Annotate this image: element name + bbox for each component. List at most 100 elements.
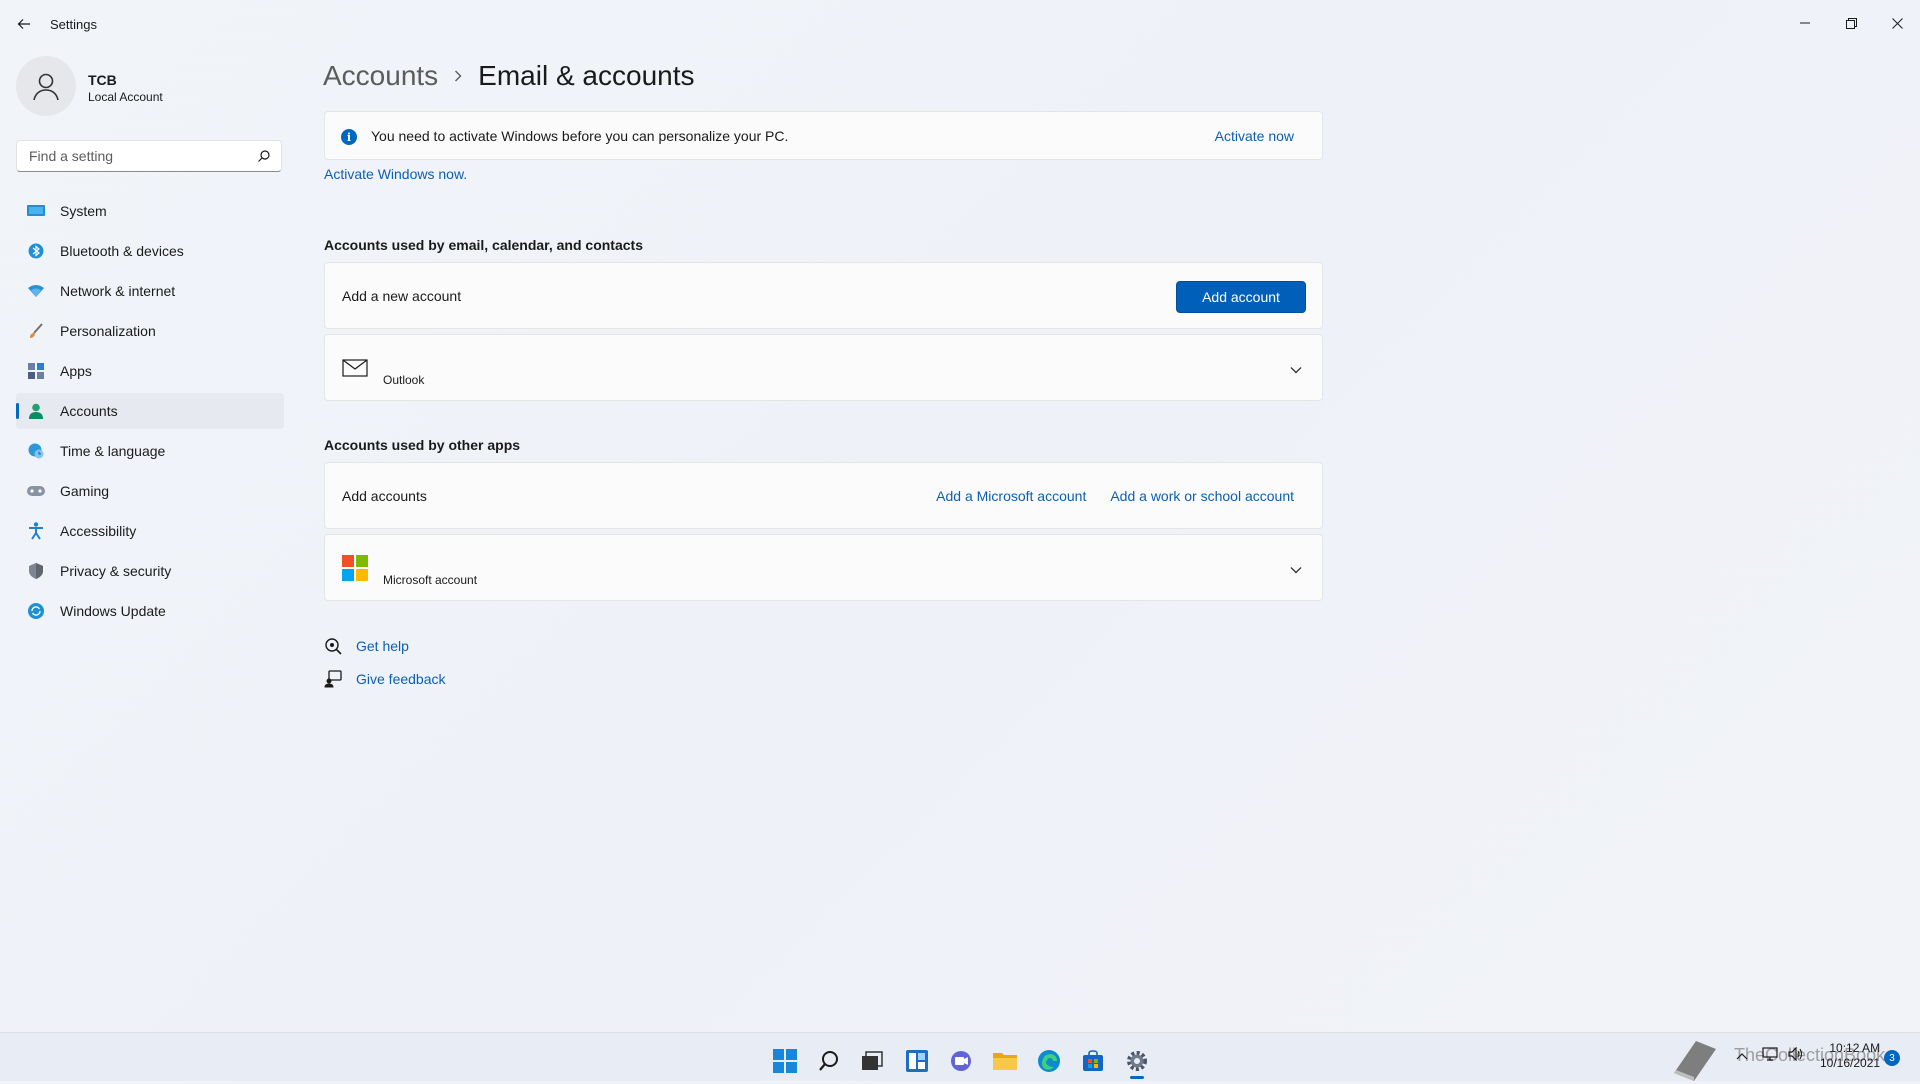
microsoft-logo-icon (342, 555, 368, 581)
sidebar-item-label: Privacy & security (60, 563, 172, 579)
outlook-account-row[interactable]: Outlook (324, 334, 1323, 401)
file-explorer-button[interactable] (985, 1041, 1025, 1081)
back-button[interactable] (14, 14, 34, 34)
back-arrow-icon (17, 19, 30, 29)
chevron-down-icon[interactable] (1290, 361, 1302, 379)
section-title-email: Accounts used by email, calendar, and co… (324, 237, 643, 253)
windows-logo-icon (773, 1049, 797, 1073)
edge-browser-button[interactable] (1029, 1041, 1069, 1081)
teams-chat-icon (951, 1051, 971, 1071)
info-icon: i (341, 129, 357, 145)
get-help-label[interactable]: Get help (356, 638, 409, 654)
activate-now-link[interactable]: Activate now (1215, 128, 1294, 144)
minimize-button[interactable] (1782, 8, 1828, 38)
chat-button[interactable] (941, 1041, 981, 1081)
store-icon (1083, 1050, 1103, 1071)
sidebar-item-bluetooth[interactable]: Bluetooth & devices (16, 233, 284, 269)
globe-clock-icon (26, 441, 46, 461)
sidebar-item-time-language[interactable]: Time & language (16, 433, 284, 469)
breadcrumb: Accounts Email & accounts (323, 56, 695, 96)
restore-button[interactable] (1828, 8, 1874, 38)
add-microsoft-account-link[interactable]: Add a Microsoft account (936, 488, 1086, 504)
sidebar-item-system[interactable]: System (16, 193, 284, 229)
start-button[interactable] (765, 1041, 805, 1081)
profile-name: TCB (88, 72, 117, 88)
search-box[interactable] (16, 140, 282, 172)
add-accounts-row: Add accounts Add a Microsoft account Add… (324, 462, 1323, 529)
book-icon (1668, 1037, 1720, 1084)
edge-icon (1038, 1050, 1060, 1072)
sidebar-item-label: Gaming (60, 483, 110, 499)
settings-app-button[interactable] (1117, 1041, 1157, 1081)
give-feedback-link[interactable]: Give feedback (324, 670, 446, 688)
sidebar-item-label: Apps (60, 363, 92, 379)
close-button[interactable] (1874, 8, 1920, 38)
taskbar-clock[interactable]: 10:12 AM 10/16/2021 (1820, 1041, 1880, 1071)
system-icon (26, 201, 46, 221)
page-title: Email & accounts (478, 60, 695, 91)
mail-icon (342, 355, 368, 381)
chevron-right-icon (454, 70, 462, 82)
sidebar-item-label: Network & internet (60, 283, 176, 299)
user-profile[interactable]: TCB Local Account (16, 56, 286, 118)
taskbar-search-button[interactable] (809, 1041, 849, 1081)
sidebar-item-gaming[interactable]: Gaming (16, 473, 284, 509)
clock-date: 10/16/2021 (1820, 1056, 1881, 1070)
add-new-account-label: Add a new account (342, 288, 462, 304)
wifi-icon (26, 281, 46, 301)
search-icon[interactable] (257, 149, 271, 168)
sidebar-item-label: Time & language (60, 443, 166, 459)
notification-badge[interactable]: 3 (1884, 1050, 1900, 1066)
breadcrumb-parent[interactable]: Accounts (323, 60, 438, 92)
close-icon (1891, 17, 1903, 29)
add-new-account-row: Add a new account Add account (324, 262, 1323, 329)
chevron-down-icon[interactable] (1290, 561, 1302, 579)
folder-icon (993, 1053, 1017, 1070)
sidebar-item-apps[interactable]: Apps (16, 353, 284, 389)
gamepad-icon (26, 481, 46, 501)
person-icon (26, 401, 46, 421)
store-button[interactable] (1073, 1041, 1113, 1081)
search-input[interactable] (27, 147, 251, 165)
activate-windows-link[interactable]: Activate Windows now. (324, 166, 467, 182)
sidebar-item-accessibility[interactable]: Accessibility (16, 513, 284, 549)
sidebar-item-network[interactable]: Network & internet (16, 273, 284, 309)
help-icon (324, 637, 342, 655)
outlook-account-name: Outlook (383, 373, 425, 387)
microsoft-account-name: Microsoft account (383, 573, 478, 587)
feedback-icon (324, 670, 342, 688)
task-view-icon (862, 1051, 883, 1070)
section-title-other-apps: Accounts used by other apps (324, 437, 521, 453)
update-icon (26, 601, 46, 621)
accessibility-icon (26, 521, 46, 541)
sidebar-item-privacy[interactable]: Privacy & security (16, 553, 284, 589)
tray-overflow-chevron-icon[interactable] (1736, 1049, 1748, 1063)
app-title: Settings (50, 17, 97, 32)
give-feedback-label[interactable]: Give feedback (356, 671, 446, 687)
sidebar-item-personalization[interactable]: Personalization (16, 313, 284, 349)
bluetooth-icon (26, 241, 46, 261)
microsoft-account-row[interactable]: Microsoft account (324, 534, 1323, 601)
minimize-icon (1800, 22, 1810, 24)
title-bar: Settings (0, 0, 1920, 48)
volume-icon[interactable] (1788, 1046, 1804, 1064)
taskbar: TheCollectionBook 10:12 AM 10/16/2021 3 (0, 1032, 1920, 1081)
add-work-school-account-link[interactable]: Add a work or school account (1110, 488, 1294, 504)
sidebar-item-label: Accessibility (60, 523, 137, 539)
sidebar-item-accounts[interactable]: Accounts (16, 393, 284, 429)
gear-icon (1127, 1051, 1147, 1071)
person-avatar-icon (33, 73, 59, 101)
get-help-link[interactable]: Get help (324, 637, 409, 655)
widgets-button[interactable] (897, 1041, 937, 1081)
search-icon (819, 1051, 838, 1071)
clock-time: 10:12 AM (1829, 1041, 1881, 1055)
sidebar-item-windows-update[interactable]: Windows Update (16, 593, 284, 629)
sidebar-item-label: System (60, 203, 107, 219)
profile-account-type: Local Account (88, 90, 163, 104)
add-accounts-label: Add accounts (342, 488, 427, 504)
activation-banner: i You need to activate Windows before yo… (324, 111, 1323, 160)
task-view-button[interactable] (852, 1041, 892, 1081)
add-account-button[interactable]: Add account (1176, 281, 1306, 313)
restore-icon (1845, 17, 1857, 29)
network-icon[interactable] (1762, 1047, 1778, 1064)
